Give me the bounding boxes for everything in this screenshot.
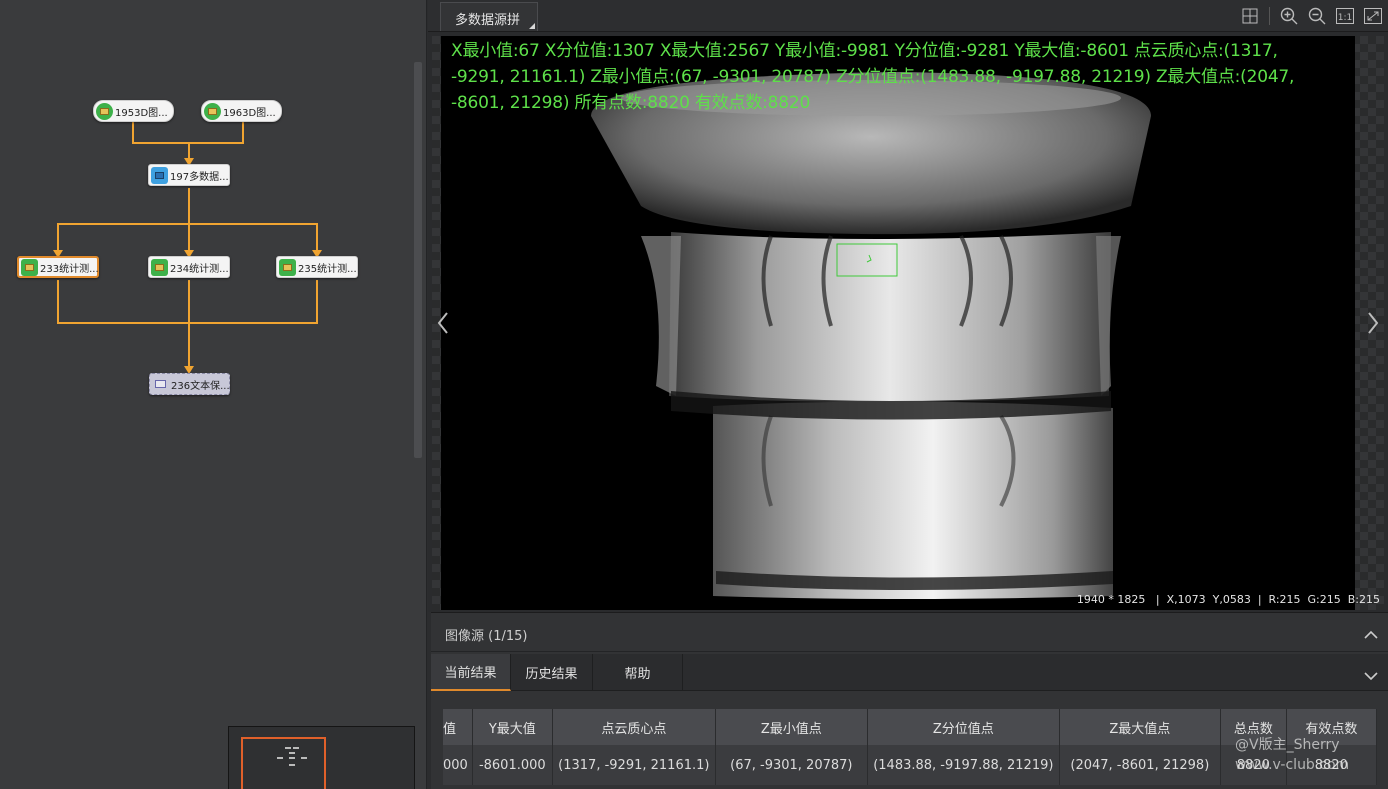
image-source-icon [96,102,113,120]
watermark-line: @V版主_Sherry [1235,737,1340,753]
results-title: 图像源 (1/15) [445,629,528,644]
statistics-overlay-text: X最小值:67 X分位值:1307 X最大值:2567 Y最小值:-9981 Y… [451,41,1295,113]
column-header[interactable]: Z分位值点 [867,709,1060,745]
table-cell: -8601.000 [472,745,553,785]
app-window: 1953D图... 1963D图... 197多数据... 233统计测... … [0,0,1388,789]
point-cloud-render [591,72,1151,599]
viewer-header: 多数据源拼 1:1 [428,0,1388,32]
tab-label: 历史结果 [525,667,578,682]
flow-scrollbar[interactable] [414,62,422,458]
table-cell: (1317, -9291, 21161.1) [552,745,716,785]
actual-size-icon[interactable]: 1:1 [1334,6,1356,26]
node-text-save-236[interactable]: 236文本保... [149,373,230,395]
results-panel: 图像源 (1/15) 当前结果 历史结果 帮助 值 Y最大值 点云质心点 Z最小… [431,612,1388,789]
results-header: 图像源 (1/15) [431,612,1388,652]
pixel-rgb: R:215 G:215 B:215 [1268,593,1380,606]
minimap-preview [277,747,307,766]
point-cloud-image[interactable]: X最小值:67 X分位值:1307 X最大值:2567 Y最小值:-9981 Y… [441,36,1355,610]
node-multi-source-197[interactable]: 197多数据... [148,164,230,186]
grid-icon[interactable] [1239,6,1261,26]
column-header[interactable]: Z最小值点 [715,709,868,745]
results-tab-bar: 当前结果 历史结果 帮助 [431,654,1388,691]
node-statistics-234[interactable]: 234统计测... [148,256,230,278]
table-cell: 000 [443,745,473,785]
next-image-arrow[interactable] [1366,308,1380,338]
node-label: 1963D图... [223,107,276,119]
node-statistics-235[interactable]: 235统计测... [276,256,358,278]
node-3d-image-196[interactable]: 1963D图... [201,100,282,122]
viewer-toolbar: 1:1 [1239,6,1384,26]
image-source-icon [204,102,221,120]
node-label: 1953D图... [115,107,168,119]
table-cell: (67, -9301, 20787) [715,745,868,785]
node-3d-image-195[interactable]: 1953D图... [93,100,174,122]
zoom-in-icon[interactable] [1278,6,1300,26]
viewer-tab-label: 多数据源拼 [455,13,521,28]
chevron-down-icon[interactable] [1364,666,1378,685]
node-label: 235统计测... [298,263,357,275]
image-status-bar: 1940 * 1825 | X,1073 Y,0583 | R:215 G:21… [1076,593,1380,606]
watermark: @V版主_Sherry www.v-club.com [1235,735,1349,775]
statistics-icon [21,258,38,276]
cursor-coords: X,1073 Y,0583 [1166,593,1251,606]
image-canvas[interactable]: X最小值:67 X分位值:1307 X最大值:2567 Y最小值:-9981 Y… [432,36,1384,610]
node-label: 234统计测... [170,263,229,275]
column-header[interactable]: 点云质心点 [552,709,716,745]
statistics-icon [279,258,296,276]
node-label: 236文本保... [171,380,230,392]
viewer-tab[interactable]: 多数据源拼 [440,2,538,31]
actual-size-label: 1:1 [1338,13,1352,23]
fit-window-icon[interactable] [1362,6,1384,26]
column-header[interactable]: 值 [443,709,473,745]
column-header[interactable]: Y最大值 [472,709,553,745]
tab-current-result[interactable]: 当前结果 [431,654,511,691]
node-label: 233统计测... [40,263,99,275]
tab-label: 帮助 [624,667,651,682]
zoom-out-icon[interactable] [1306,6,1328,26]
text-save-icon [152,376,169,393]
flow-canvas[interactable]: 1953D图... 1963D图... 197多数据... 233统计测... … [0,0,427,789]
tab-help[interactable]: 帮助 [593,654,683,691]
statistics-icon [151,258,168,276]
node-statistics-233[interactable]: 233统计测... [17,256,99,278]
node-label: 197多数据... [170,171,229,183]
prev-image-arrow[interactable] [436,308,450,338]
chevron-up-icon[interactable] [1364,625,1378,644]
column-header[interactable]: Z最大值点 [1059,709,1221,745]
table-cell: (2047, -8601, 21298) [1059,745,1221,785]
toolbar-divider [1269,7,1270,25]
image-viewer: 多数据源拼 1:1 X最小值:67 X分位值:1307 X最大值:2567 Y最… [428,0,1388,612]
minimap[interactable] [228,726,415,789]
table-cell: (1483.88, -9197.88, 21219) [867,745,1060,785]
tab-corner-icon [529,23,535,29]
tab-label: 当前结果 [444,666,497,681]
tab-history-result[interactable]: 历史结果 [511,654,593,691]
watermark-line: www.v-club.com [1235,757,1350,773]
stitch-icon [151,166,168,184]
image-size: 1940 * 1825 [1076,593,1146,606]
